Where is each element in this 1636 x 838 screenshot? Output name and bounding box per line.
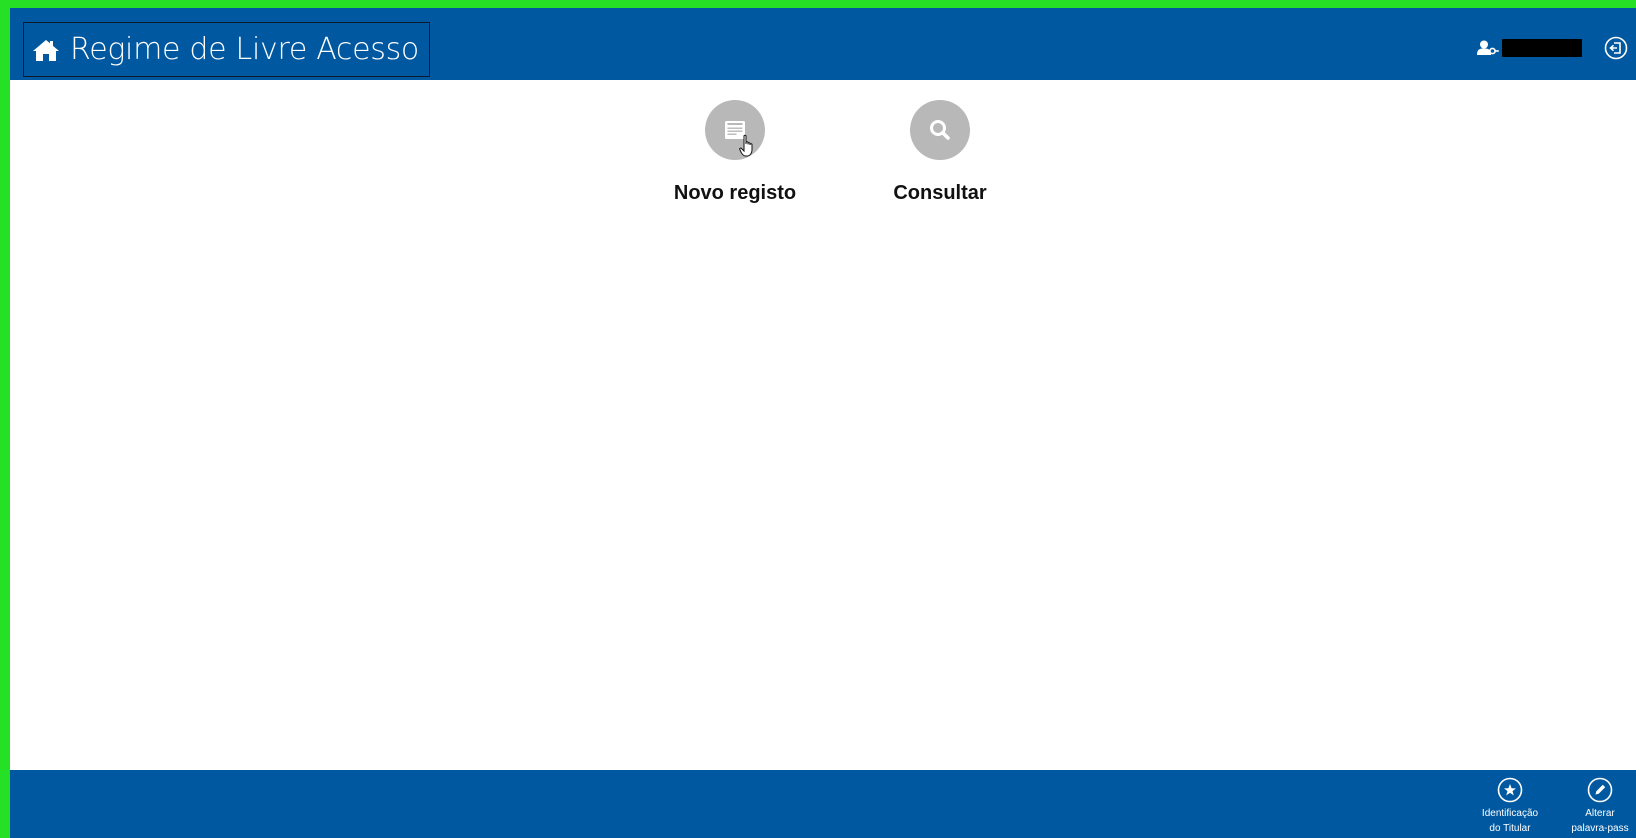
search-icon: [930, 120, 950, 140]
star-icon: [1497, 777, 1523, 803]
home-title-button[interactable]: Regime de Livre Acesso: [23, 22, 430, 77]
logout-button[interactable]: [1604, 36, 1628, 60]
novo-registo-button[interactable]: Novo registo: [670, 100, 800, 205]
novo-registo-circle: [705, 100, 765, 160]
bottom-app-bar: Identificação do Titular Alterar palavra…: [10, 770, 1636, 838]
identificacao-line2: do Titular: [1489, 823, 1531, 834]
alterar-line1: Alterar: [1585, 808, 1615, 819]
alterar-palavra-passe-button[interactable]: Alterar palavra-pass: [1555, 777, 1636, 836]
home-icon: [32, 38, 70, 62]
logout-icon: [1604, 36, 1628, 60]
hand-cursor-icon: [739, 134, 753, 157]
consultar-button[interactable]: Consultar: [880, 100, 1000, 205]
user-key-icon: [1477, 40, 1499, 56]
screenshot-frame: [0, 0, 1636, 838]
identificacao-titular-button[interactable]: Identificação do Titular: [1470, 777, 1550, 836]
alterar-palavra-passe-label: Alterar palavra-pass: [1571, 806, 1628, 836]
app-title: Regime de Livre Acesso: [70, 32, 419, 67]
consultar-circle: [910, 100, 970, 160]
identificacao-titular-label: Identificação do Titular: [1482, 806, 1538, 836]
pencil-icon: [1587, 777, 1613, 803]
top-bar: Regime de Livre Acesso: [10, 8, 1636, 80]
consultar-label: Consultar: [893, 182, 987, 204]
novo-registo-label: Novo registo: [673, 182, 797, 204]
identificacao-line1: Identificação: [1481, 808, 1539, 819]
username-redacted: [1502, 39, 1582, 57]
user-area: [1477, 36, 1628, 60]
alterar-line2: palavra-pass: [1571, 823, 1629, 834]
